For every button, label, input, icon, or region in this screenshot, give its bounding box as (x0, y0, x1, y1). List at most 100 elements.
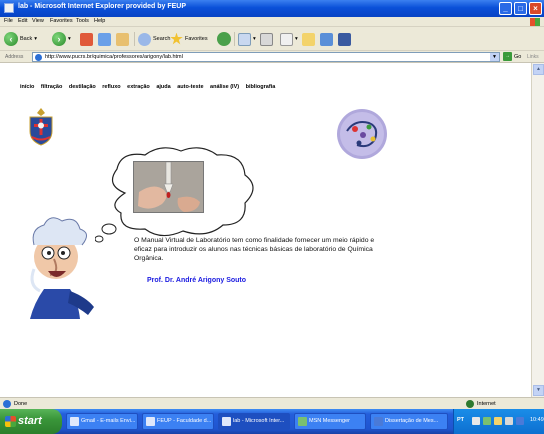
minimize-button[interactable]: _ (499, 2, 512, 15)
address-dropdown-icon[interactable]: ▼ (490, 53, 499, 61)
network-icon[interactable] (516, 417, 524, 425)
forward-arrow-icon: › (52, 32, 66, 46)
folder-icon (302, 32, 315, 46)
vertical-scrollbar[interactable]: ▲ ▼ (531, 63, 544, 397)
quimica-logo (337, 109, 387, 159)
ie-icon (4, 3, 14, 13)
ie-icon (222, 417, 231, 426)
address-input[interactable]: http://www.pucrs.br/quimica/professores/… (32, 52, 500, 62)
print-button[interactable] (260, 30, 273, 48)
page-done-icon (3, 400, 11, 408)
mail-icon (238, 32, 251, 46)
menu-view[interactable]: View (32, 18, 44, 24)
address-url: http://www.pucrs.br/quimica/professores/… (45, 54, 183, 60)
clock: 10:49 (530, 417, 544, 423)
taskbar-item-dissertacao[interactable]: Dissertação de Mes... (370, 413, 448, 430)
stop-icon (80, 32, 93, 46)
menu-help[interactable]: Help (94, 18, 105, 24)
search-button[interactable]: Search (138, 30, 170, 48)
nav-link-filtracao[interactable]: filtração (41, 84, 62, 90)
taskbar-item-lab[interactable]: lab - Microsoft Inter... (218, 413, 290, 430)
toolbar-separator (234, 32, 235, 46)
scroll-up-icon[interactable]: ▲ (533, 64, 544, 75)
menu-favorites[interactable]: Favorites (50, 18, 73, 24)
home-icon (116, 32, 129, 46)
tray-icon[interactable] (494, 417, 502, 425)
windows-logo-icon (530, 18, 540, 26)
taskbar-item-gmail[interactable]: Gmail - E-mails Envi... (66, 413, 138, 430)
maximize-button[interactable]: □ (514, 2, 527, 15)
home-button[interactable] (116, 30, 129, 48)
edit-page-icon (280, 32, 293, 46)
window-title: lab - Microsoft Internet Explorer provid… (18, 3, 187, 10)
menu-tools[interactable]: Tools (76, 18, 89, 24)
messenger-icon (298, 417, 307, 426)
links-toolbar[interactable]: Links (527, 54, 539, 60)
history-button[interactable] (217, 30, 231, 48)
go-arrow-icon[interactable]: → (503, 52, 512, 61)
nav-link-ajuda[interactable]: ajuda (156, 84, 170, 90)
author-link[interactable]: Prof. Dr. André Arigony Souto (147, 277, 246, 284)
scroll-down-icon[interactable]: ▼ (533, 385, 544, 396)
tray-icon[interactable] (472, 417, 480, 425)
search-icon (138, 32, 151, 46)
windows-flag-icon (5, 416, 16, 427)
mail-button[interactable]: ▾ (238, 30, 256, 48)
star-icon (170, 32, 183, 45)
internet-zone-icon (466, 400, 474, 408)
address-label: Address (5, 54, 24, 60)
page-content: início filtração destilação refluxo extr… (0, 63, 531, 397)
start-button[interactable]: start (0, 409, 62, 434)
back-button[interactable]: ‹ Back ▾ (4, 30, 37, 48)
edit-button[interactable]: ▾ (280, 30, 298, 48)
volume-icon[interactable] (505, 417, 513, 425)
window-titlebar: lab - Microsoft Internet Explorer provid… (0, 0, 544, 17)
stop-button[interactable] (80, 30, 93, 48)
language-indicator[interactable]: PT (457, 417, 464, 423)
refresh-icon (98, 32, 111, 46)
nav-link-refluxo[interactable]: refluxo (102, 84, 120, 90)
taskbar-item-msn[interactable]: MSN Messenger (294, 413, 366, 430)
nav-link-extracao[interactable]: extração (127, 84, 150, 90)
page-icon (35, 54, 42, 61)
nav-link-bibliografia[interactable]: bibliografia (246, 84, 276, 90)
menu-file[interactable]: File (4, 18, 13, 24)
close-button[interactable]: × (529, 2, 542, 15)
intro-paragraph: O Manual Virtual de Laboratório tem como… (134, 237, 375, 262)
back-arrow-icon: ‹ (4, 32, 18, 46)
refresh-button[interactable] (98, 30, 111, 48)
word-icon (374, 417, 383, 426)
nav-link-analise-iv[interactable]: análise (IV) (210, 84, 239, 90)
research-button[interactable] (338, 30, 351, 48)
standard-toolbar: ‹ Back ▾ › ▾ Search Favorites ▾ ▾ (0, 27, 544, 51)
menu-edit[interactable]: Edit (18, 18, 27, 24)
ie-icon (146, 417, 155, 426)
taskbar-item-feup[interactable]: FEUP - Faculdade d... (142, 413, 214, 430)
ie-icon (70, 417, 79, 426)
security-zone: Internet (477, 401, 496, 407)
scientist-cartoon (30, 217, 94, 319)
menu-bar: File Edit View Favorites Tools Help (0, 17, 544, 27)
folder-button[interactable] (302, 30, 315, 48)
forward-button[interactable]: › ▾ (52, 30, 71, 48)
system-tray: PT 10:49 (453, 409, 544, 434)
go-button[interactable]: Go (514, 54, 521, 60)
site-nav: início filtração destilação refluxo extr… (20, 84, 280, 90)
back-dropdown-icon: ▾ (34, 36, 37, 42)
address-bar: Address http://www.pucrs.br/quimica/prof… (0, 51, 544, 63)
research-icon (338, 32, 351, 46)
msn-tray-icon[interactable] (483, 417, 491, 425)
nav-link-inicio[interactable]: início (20, 84, 34, 90)
status-text: Done (14, 401, 28, 407)
university-crest (29, 108, 53, 146)
status-bar: Done Internet (0, 397, 544, 409)
messenger-button[interactable] (320, 30, 333, 48)
history-icon (217, 32, 231, 46)
taskbar: start Gmail - E-mails Envi... FEUP - Fac… (0, 409, 544, 434)
print-icon (260, 32, 273, 46)
lab-photo (133, 161, 204, 213)
nav-link-auto-teste[interactable]: auto-teste (177, 84, 203, 90)
nav-link-destilacao[interactable]: destilação (69, 84, 96, 90)
favorites-button[interactable]: Favorites (170, 30, 208, 48)
messenger-icon (320, 32, 333, 46)
